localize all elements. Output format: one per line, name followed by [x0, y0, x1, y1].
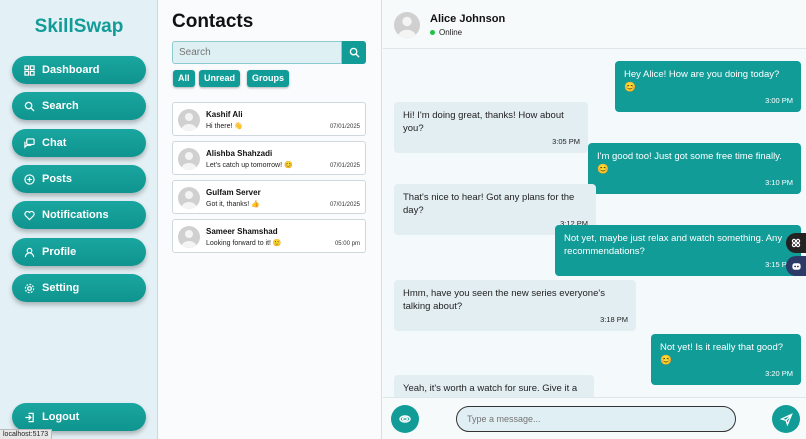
user-icon	[24, 247, 35, 257]
contact-date: 07/01/2025	[329, 202, 360, 208]
logout-icon	[25, 412, 34, 422]
message-text: Not yet, maybe just relax and watch some…	[564, 233, 783, 257]
status-bar-url: localhost:5173	[0, 429, 53, 439]
avatar	[178, 148, 200, 170]
sidebar-item-label: Notifications	[42, 209, 109, 221]
contact-item[interactable]: Kashif Ali Hi there! 👋 07/01/2025	[172, 102, 366, 136]
filter-groups[interactable]: Groups	[247, 70, 290, 87]
message-text: That's nice to hear! Got any plans for t…	[403, 192, 575, 216]
contact-name: Kashif Ali	[206, 110, 243, 119]
avatar	[178, 226, 200, 248]
message-time: 3:10 PM	[765, 178, 793, 187]
bot-icon	[791, 262, 801, 270]
sidebar: SkillSwap Dashboard Search Chat Posts No…	[0, 0, 158, 439]
sidebar-item-label: Search	[42, 100, 79, 112]
sidebar-item-search[interactable]: Search	[12, 92, 146, 120]
message-input[interactable]	[456, 406, 736, 432]
send-button[interactable]	[772, 405, 800, 433]
contact-last-message: Hi there! 👋	[206, 123, 244, 130]
contact-last-message: Got it, thanks! 👍	[206, 201, 260, 208]
floating-widget-button[interactable]	[786, 233, 806, 253]
chat-footer	[383, 397, 806, 439]
message-text: Hey Alice! How are you doing today? 😊	[624, 69, 780, 93]
contact-name: Gulfam Server	[206, 188, 261, 197]
message-bubble-outgoing: Not yet, maybe just relax and watch some…	[555, 225, 801, 276]
status-text: Online	[439, 28, 463, 37]
logout-label: Logout	[42, 411, 80, 423]
search-icon	[349, 47, 360, 58]
online-status: Online	[430, 28, 462, 37]
attach-button[interactable]	[391, 405, 419, 433]
filter-all[interactable]: All	[173, 70, 195, 87]
sidebar-item-label: Dashboard	[42, 64, 100, 76]
online-dot-icon	[430, 30, 435, 35]
search-button[interactable]	[342, 41, 366, 64]
sidebar-item-label: Posts	[42, 173, 72, 185]
app-logo: SkillSwap	[34, 16, 124, 37]
contacts-panel: Contacts All Unread Groups Kashif Ali Hi…	[159, 0, 382, 439]
message-bubble-incoming: Hmm, have you seen the new series everyo…	[394, 280, 636, 331]
avatar	[178, 109, 200, 131]
filter-unread[interactable]: Unread	[199, 70, 241, 87]
sidebar-item-label: Setting	[42, 282, 80, 294]
contact-last-message: Let's catch up tomorrow! 😊	[206, 162, 293, 169]
contact-item[interactable]: Sameer Shamshad Looking forward to it! 🙂…	[172, 219, 366, 253]
contact-last-message: Looking forward to it! 🙂	[206, 240, 282, 247]
message-text: Hmm, have you seen the new series everyo…	[403, 288, 605, 312]
sidebar-item-dashboard[interactable]: Dashboard	[12, 56, 146, 84]
contact-item[interactable]: Gulfam Server Got it, thanks! 👍 07/01/20…	[172, 180, 366, 214]
contact-name: Alishba Shahzadi	[206, 149, 273, 158]
sidebar-item-label: Profile	[42, 246, 77, 258]
assistant-bot-button[interactable]	[786, 256, 806, 276]
grid-dots-icon	[791, 238, 801, 248]
message-bubble-outgoing: Hey Alice! How are you doing today? 😊 3:…	[615, 61, 801, 112]
plus-circle-icon	[24, 173, 35, 185]
sidebar-item-posts[interactable]: Posts	[12, 165, 146, 193]
heart-icon	[24, 210, 35, 220]
contact-date: 07/01/2025	[329, 163, 360, 169]
search-icon	[24, 101, 35, 112]
message-bubble-outgoing: Not yet! Is it really that good? 😊 3:20 …	[651, 334, 801, 385]
message-time: 3:05 PM	[552, 137, 580, 146]
message-text: Hi! I'm doing great, thanks! How about y…	[403, 110, 564, 134]
contact-name: Sameer Shamshad	[206, 227, 278, 236]
sidebar-item-label: Chat	[42, 137, 67, 149]
contact-date: 07/01/2025	[329, 124, 360, 130]
chat-panel: Alice Johnson Online Hey Alice! How are …	[383, 0, 806, 439]
chat-contact-name: Alice Johnson	[430, 13, 506, 25]
avatar	[394, 12, 420, 38]
chat-header: Alice Johnson Online	[383, 0, 806, 49]
message-bubble-outgoing: I'm good too! Just got some free time fi…	[588, 143, 801, 194]
message-time: 3:00 PM	[765, 96, 793, 105]
send-icon	[779, 412, 793, 426]
avatar	[178, 187, 200, 209]
paperclip-icon	[399, 415, 411, 423]
message-text: Not yet! Is it really that good? 😊	[660, 342, 784, 366]
message-bubble-incoming: Hi! I'm doing great, thanks! How about y…	[394, 102, 588, 153]
message-text: I'm good too! Just got some free time fi…	[597, 151, 782, 175]
contacts-title: Contacts	[172, 11, 254, 32]
chat-icon	[24, 137, 35, 149]
message-time: 3:20 PM	[765, 369, 793, 378]
grid-icon	[24, 64, 35, 76]
sidebar-item-chat[interactable]: Chat	[12, 129, 146, 157]
search-input[interactable]	[172, 41, 342, 64]
message-time: 3:18 PM	[600, 315, 628, 324]
sidebar-item-notifications[interactable]: Notifications	[12, 201, 146, 229]
logout-button[interactable]: Logout	[12, 403, 146, 431]
gear-icon	[24, 283, 35, 293]
contact-item[interactable]: Alishba Shahzadi Let's catch up tomorrow…	[172, 141, 366, 175]
sidebar-item-profile[interactable]: Profile	[12, 238, 146, 266]
contact-date: 05:00 pm	[334, 241, 360, 247]
sidebar-item-setting[interactable]: Setting	[12, 274, 146, 302]
